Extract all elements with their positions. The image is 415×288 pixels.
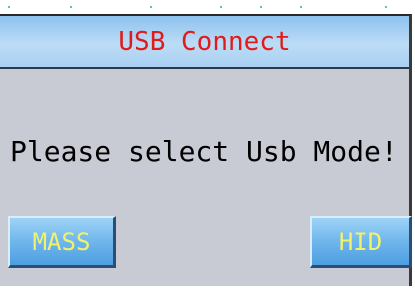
screen: USB Connect Please select Usb Mode! MASS…: [0, 0, 415, 288]
hid-button-label: HID: [338, 227, 383, 256]
strip-marker: [220, 6, 222, 8]
dialog-titlebar: USB Connect: [0, 16, 409, 69]
strip-marker: [385, 6, 387, 8]
mass-button-label: MASS: [32, 227, 91, 256]
strip-marker: [300, 6, 302, 8]
strip-marker: [70, 6, 72, 8]
hid-button[interactable]: HID: [310, 216, 412, 268]
dialog-title: USB Connect: [118, 26, 291, 57]
strip-marker: [150, 6, 152, 8]
dialog-message: Please select Usb Mode!: [10, 135, 398, 168]
mass-button[interactable]: MASS: [8, 216, 116, 268]
strip-marker: [260, 6, 262, 8]
top-strip: [0, 0, 415, 14]
strip-marker: [8, 6, 10, 8]
